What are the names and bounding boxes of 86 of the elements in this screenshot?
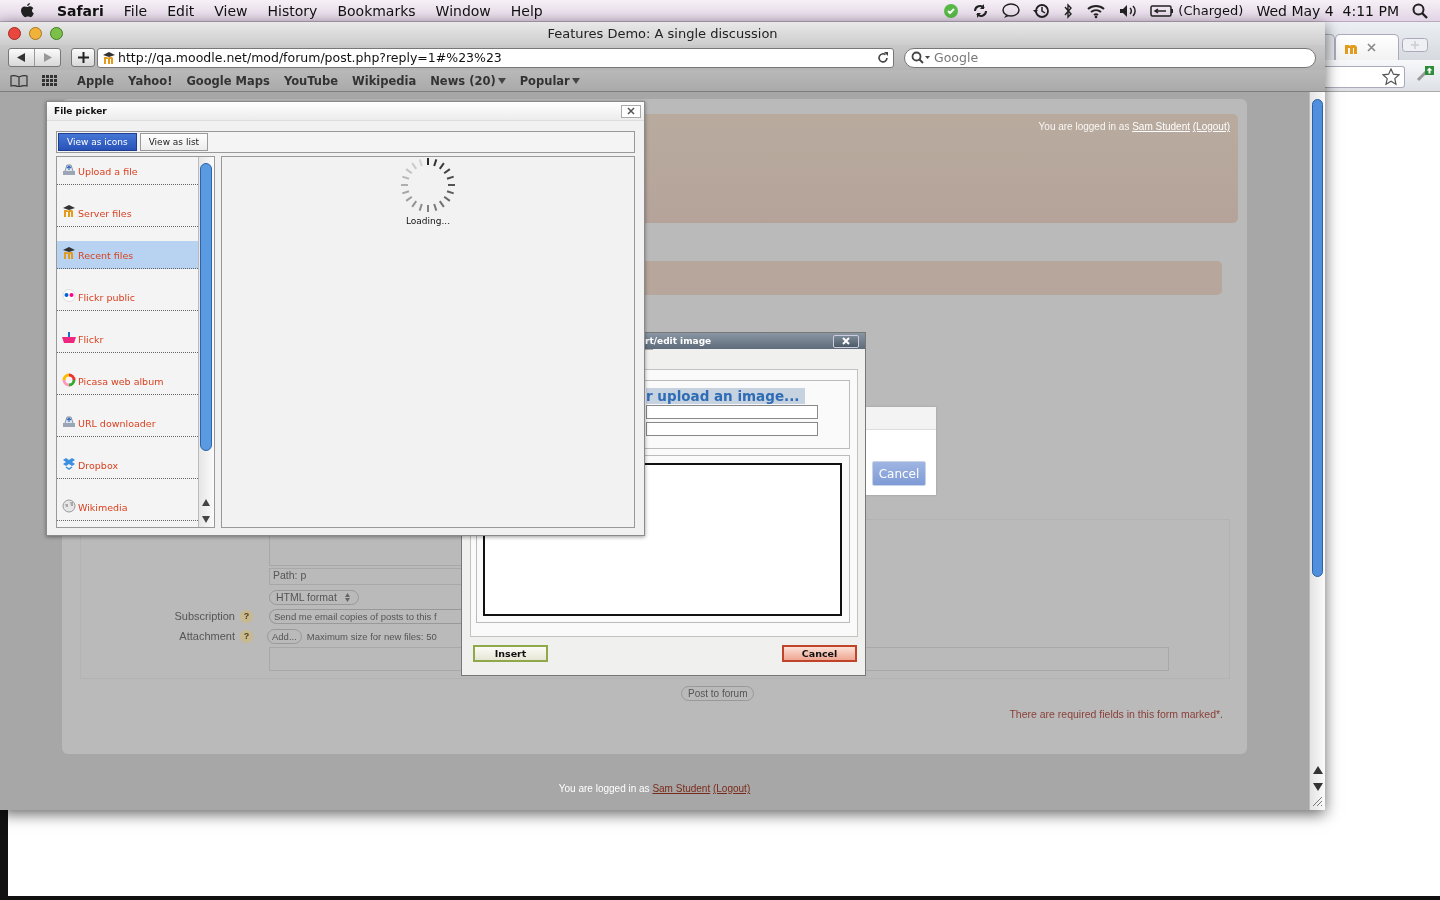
zoom-window-icon[interactable] [50,27,63,40]
address-field[interactable]: http://qa.moodle.net/mod/forum/post.php?reply=1#%23%23 [97,47,894,68]
close-button[interactable] [833,334,859,348]
tray-icon [62,163,76,176]
favicon-icon [102,51,116,64]
wifi-icon[interactable] [1086,2,1107,19]
repository-item[interactable]: Recent files [57,241,198,269]
star-icon[interactable] [1382,68,1400,86]
volume-icon[interactable] [1119,2,1138,19]
size-note: Maximum size for new files: 50 [306,630,437,642]
menu-item[interactable]: Help [500,2,553,19]
menu-item[interactable]: Bookmarks [327,2,426,19]
scroll-up-icon[interactable] [202,499,210,506]
path-label: Path: p [273,568,307,581]
menu-item[interactable]: Window [425,2,501,19]
bookmark-link[interactable]: YouTube [283,73,339,88]
speech-bubble-icon[interactable] [1002,2,1021,19]
bookmark-link[interactable]: Yahoo! [128,73,173,88]
close-icon[interactable] [1367,43,1376,52]
search-field[interactable]: Google [904,47,1316,68]
app-menu[interactable]: Safari [47,2,114,19]
input-field[interactable] [646,422,818,436]
close-icon [842,337,850,345]
search-icon[interactable] [1412,2,1428,19]
clock-icon[interactable] [1033,2,1051,19]
plus-icon [77,52,89,63]
login-notice: You are logged in as Sam Student (Logout) [1038,121,1230,132]
open-box-icon [62,457,76,470]
menu-item[interactable]: Edit [157,2,205,19]
two-dots-icon [62,289,76,302]
close-icon [627,107,635,115]
mortarboard-m-icon [62,205,76,217]
bluetooth-icon[interactable] [1063,2,1074,19]
resize-grip-icon[interactable] [1312,796,1323,807]
minimize-window-icon[interactable] [29,27,42,40]
apple-logo-icon [20,2,35,19]
search-icon [911,51,931,64]
help-icon[interactable]: ? [240,629,253,643]
basket-icon [62,331,76,344]
bookmark-link[interactable]: Wikipedia [352,73,417,88]
scroll-thumb[interactable] [200,163,212,451]
menu-item[interactable]: View [204,2,258,19]
bookmark-link[interactable]: News (20) [430,73,506,88]
scroll-down-icon[interactable] [202,516,210,523]
mortarboard-m-icon [62,247,76,259]
window-title: Features Demo: A single discussion [547,26,778,41]
view-tab[interactable]: View as icons [58,133,137,151]
tray-icon [62,415,76,428]
field-label: Attachment [179,630,235,642]
wrench-icon[interactable] [1415,65,1435,83]
battery-status: (Charged) [1178,3,1244,18]
dialog-title: File picker [54,106,107,116]
view-tab[interactable]: View as list [139,133,209,151]
menu-clock[interactable]: Wed May 4 4:11 PM [1256,2,1399,19]
scroll-thumb[interactable] [1312,99,1323,577]
required-note: There are required fields in this form marked*. [1009,708,1223,720]
upload-heading[interactable]: r upload an image... [646,388,806,404]
bookmark-link[interactable]: Apple [77,73,115,88]
bookmark-link[interactable]: Google Maps [186,73,270,88]
menu-item[interactable]: History [257,2,328,19]
footer-login-notice: You are logged in as Sam Student (Logout) [558,783,751,794]
logout-link[interactable]: (Logout) [712,783,751,794]
dialog-title: rt/edit image [645,336,712,346]
close-button[interactable] [621,104,641,118]
address-field[interactable] [1325,66,1405,88]
cancel-button[interactable]: Cancel [782,645,857,662]
battery-icon[interactable] [1150,3,1175,18]
close-window-icon[interactable] [8,27,21,40]
ring-icon [62,373,76,387]
globe-icon [62,499,76,513]
bookmark-link[interactable]: Popular [519,73,580,88]
user-link[interactable]: Sam Student [652,783,711,794]
help-icon[interactable]: ? [240,609,253,623]
menu-item[interactable]: File [113,2,158,19]
add-bookmark-button[interactable] [71,48,95,67]
loading-text: Loading... [405,216,451,226]
reload-icon[interactable] [877,51,889,64]
insert-button[interactable]: Insert [473,645,548,662]
select-arrows-icon [344,592,350,602]
input-field[interactable] [646,405,818,419]
grid-icon[interactable] [42,74,57,87]
field-label: Subscription [174,610,235,622]
scroll-up-icon[interactable] [1313,766,1323,774]
book-icon[interactable] [10,74,28,87]
sync-icon[interactable] [972,2,990,19]
scroll-down-icon[interactable] [1313,783,1323,791]
